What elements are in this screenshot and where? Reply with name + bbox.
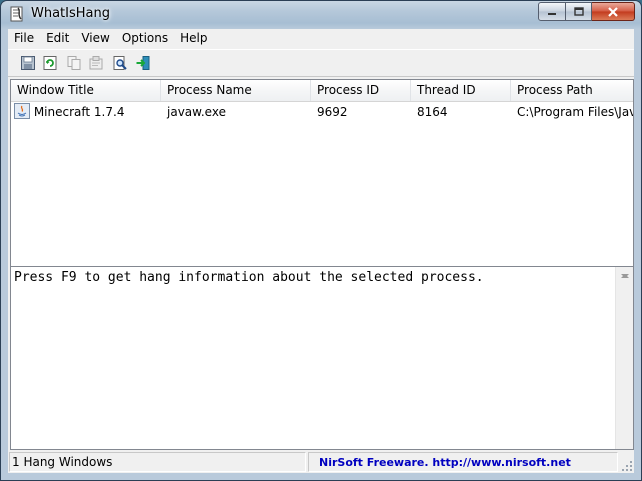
status-bar: 1 Hang Windows NirSoft Freeware. http://… — [8, 451, 634, 473]
menu-help[interactable]: Help — [174, 29, 213, 48]
vertical-scrollbar[interactable] — [615, 267, 633, 449]
column-header-thread-id[interactable]: Thread ID — [411, 80, 511, 101]
minimize-button[interactable] — [538, 2, 566, 21]
arrow-down-icon — [620, 273, 629, 278]
cell-thread-id: 8164 — [417, 105, 448, 119]
find-button[interactable] — [110, 53, 130, 73]
window-title-text: Minecraft 1.7.4 — [33, 105, 125, 119]
hang-windows-list[interactable]: Window Title Process Name Process ID Thr… — [10, 79, 634, 268]
copy-icon — [67, 56, 81, 70]
menu-edit[interactable]: Edit — [40, 29, 75, 48]
window-title: WhatIsHang — [31, 6, 110, 21]
info-message: Press F9 to get hang information about t… — [14, 270, 484, 285]
client-area: File Edit View Options Help Window Title… — [8, 29, 634, 473]
cell-window-title: Minecraft 1.7.4 — [11, 102, 161, 122]
exit-icon — [136, 56, 150, 70]
column-header-window-title[interactable]: Window Title — [11, 80, 161, 101]
hang-info-pane[interactable]: Press F9 to get hang information about t… — [10, 266, 634, 450]
status-link-cell: NirSoft Freeware. http://www.nirsoft.net — [308, 452, 618, 472]
menu-file[interactable]: File — [8, 29, 40, 48]
java-app-icon — [14, 103, 30, 119]
cell-process-name: javaw.exe — [167, 105, 226, 119]
save-button[interactable] — [18, 53, 38, 73]
nirsoft-link[interactable]: NirSoft Freeware. http://www.nirsoft.net — [311, 456, 571, 469]
properties-button[interactable] — [86, 53, 106, 73]
menu-bar: File Edit View Options Help — [8, 29, 634, 48]
find-icon — [113, 56, 127, 70]
refresh-icon — [43, 56, 57, 70]
exit-button[interactable] — [133, 53, 153, 73]
toolbar — [8, 49, 634, 77]
list-header: Window Title Process Name Process ID Thr… — [11, 80, 633, 102]
properties-icon — [89, 56, 103, 70]
menu-view[interactable]: View — [75, 29, 115, 48]
whatishang-app-icon — [10, 6, 23, 22]
column-header-process-path[interactable]: Process Path — [511, 80, 633, 101]
caption-buttons — [538, 2, 635, 21]
save-icon — [21, 56, 35, 70]
resize-grip-icon[interactable] — [620, 459, 634, 473]
column-header-process-id[interactable]: Process ID — [311, 80, 411, 101]
scroll-down-button[interactable] — [616, 267, 633, 284]
refresh-button[interactable] — [40, 53, 60, 73]
minimize-icon — [548, 12, 556, 15]
maximize-button[interactable] — [566, 2, 592, 21]
copy-button[interactable] — [64, 53, 84, 73]
app-window: WhatIsHang File Edit View Options Help W… — [0, 0, 642, 481]
title-bar[interactable]: WhatIsHang — [1, 1, 641, 29]
maximize-icon — [573, 7, 584, 16]
table-row[interactable]: Minecraft 1.7.4 javaw.exe 9692 8164 C:\P… — [11, 102, 633, 122]
menu-options[interactable]: Options — [116, 29, 174, 48]
close-button[interactable] — [592, 2, 635, 21]
column-header-process-name[interactable]: Process Name — [161, 80, 311, 101]
cell-process-id: 9692 — [317, 105, 348, 119]
cell-process-path: C:\Program Files\Java\ — [517, 105, 633, 119]
status-count: 1 Hang Windows — [9, 452, 306, 472]
close-icon — [608, 6, 618, 17]
